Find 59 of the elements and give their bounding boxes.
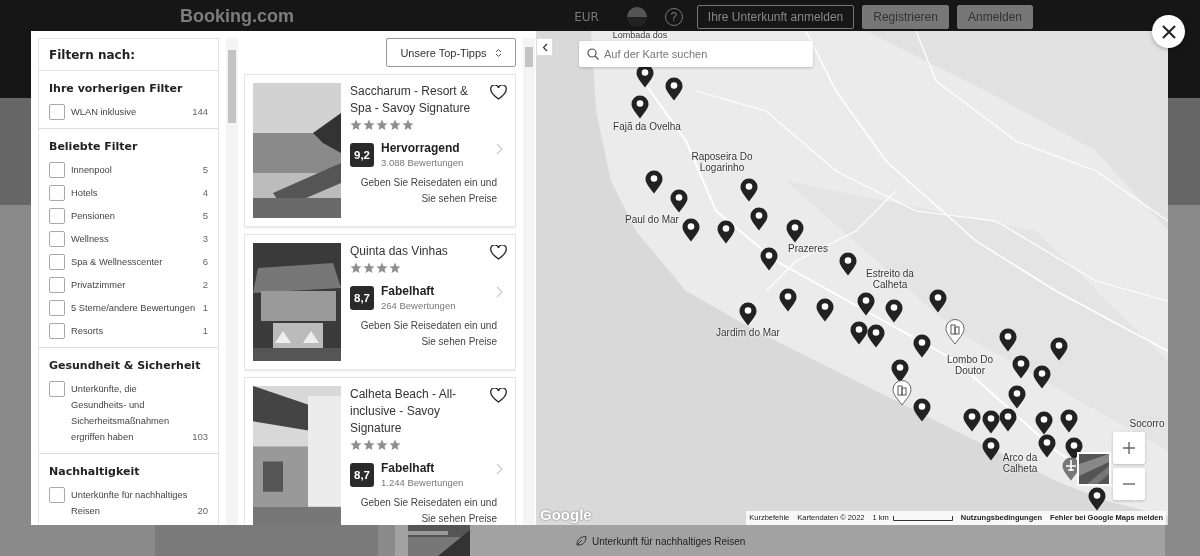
place-label: Jardim do Mar (715, 327, 781, 338)
filter-label: Spa & Wellnesscenter (71, 256, 164, 269)
filter-label: Wellness (71, 233, 110, 246)
property-name[interactable]: Calheta Beach - All-inclusive - Savoy Signature (350, 386, 507, 437)
filter-label: Pensionen (71, 210, 116, 223)
filter-count: 103 (192, 430, 209, 444)
currency-selector[interactable]: EUR (574, 10, 599, 24)
filter-count: 1 (202, 324, 209, 338)
place-label: Raposeira Do Logarinho (690, 151, 754, 173)
filter-count: 3 (202, 232, 209, 246)
filter-label: Innenpool (71, 164, 113, 177)
map-search-field[interactable]: Auf der Karte suchen (579, 41, 813, 67)
filter-label: Resorts (71, 325, 105, 338)
logo[interactable]: Booking.com (180, 5, 294, 27)
price-note: Geben Sie Reisedaten ein und Sie sehen Preise (359, 319, 498, 349)
place-label: Arco da Calheta (1001, 452, 1039, 474)
place-label: Lombada dos (611, 31, 669, 40)
place-label: Prazeres (787, 243, 829, 254)
place-label: Fajã da Ovelha (612, 121, 682, 132)
filter-title: Filtern nach: (39, 39, 219, 71)
property-name[interactable]: Quinta das Vinhas (350, 243, 507, 260)
filter-count: 4 (202, 186, 209, 200)
filter-label: 5 Sterne/andere Bewertungen (71, 302, 197, 315)
filter-label: Unterkünfte für nachhaltiges Reisen (71, 489, 189, 518)
feature-text: Unterkunft für nachhaltiges Reisen (592, 535, 746, 547)
filter-label: Privatzimmer (71, 279, 127, 292)
filter-count: 20 (197, 504, 209, 518)
score-badge: 9,2 (350, 143, 374, 167)
rating-text: Fabelhaft (381, 461, 436, 476)
filter-group-title: Beliebte Filter (49, 139, 139, 155)
score-badge: 8,7 (350, 463, 374, 487)
sort-dropdown[interactable]: Unsere Top-Tipps (386, 38, 516, 67)
place-label: Paul do Mar (624, 214, 680, 225)
property-name[interactable]: Saccharum - Resort & Spa - Savoy Signature (350, 83, 507, 117)
filter-group-title: Ihre vorherigen Filter (49, 81, 184, 97)
place-label: Socorro (1128, 418, 1166, 429)
rating-text: Hervorragend (381, 141, 461, 156)
filter-label: WLAN inklusive (71, 106, 138, 119)
filter-count: 6 (202, 255, 209, 269)
price-note: Geben Sie Reisedaten ein und Sie sehen Preise (359, 496, 498, 525)
filter-label: Hotels (71, 187, 99, 200)
filter-count: 144 (192, 105, 209, 119)
review-count: 3.088 Bewertungen (381, 156, 464, 169)
place-label: Lombo Do Doutor (945, 354, 995, 376)
filter-group-title: Gesundheit & Sicherheit (49, 358, 202, 374)
filter-count: 1 (202, 301, 209, 315)
rating-text: Fabelhaft (381, 284, 436, 299)
price-note: Geben Sie Reisedaten ein und Sie sehen Preise (359, 176, 498, 206)
header-button[interactable]: Ihre Unterkunft anmelden (696, 5, 855, 29)
filter-group-title: Nachhaltigkeit (49, 464, 141, 480)
score-badge: 8,7 (350, 286, 374, 310)
review-count: 264 Bewertungen (381, 299, 456, 312)
filter-count: 5 (202, 209, 209, 223)
filter-count: 5 (202, 163, 209, 177)
filter-label: Unterkünfte, die Gesundheits- und Sicherheitsmaßnahmen ergriffen haben (71, 383, 171, 444)
filter-count: 2 (202, 278, 209, 292)
review-count: 1.244 Bewertungen (381, 476, 464, 489)
place-label: Estreito da Calheta (865, 268, 915, 290)
map-logo: Google (540, 506, 592, 523)
